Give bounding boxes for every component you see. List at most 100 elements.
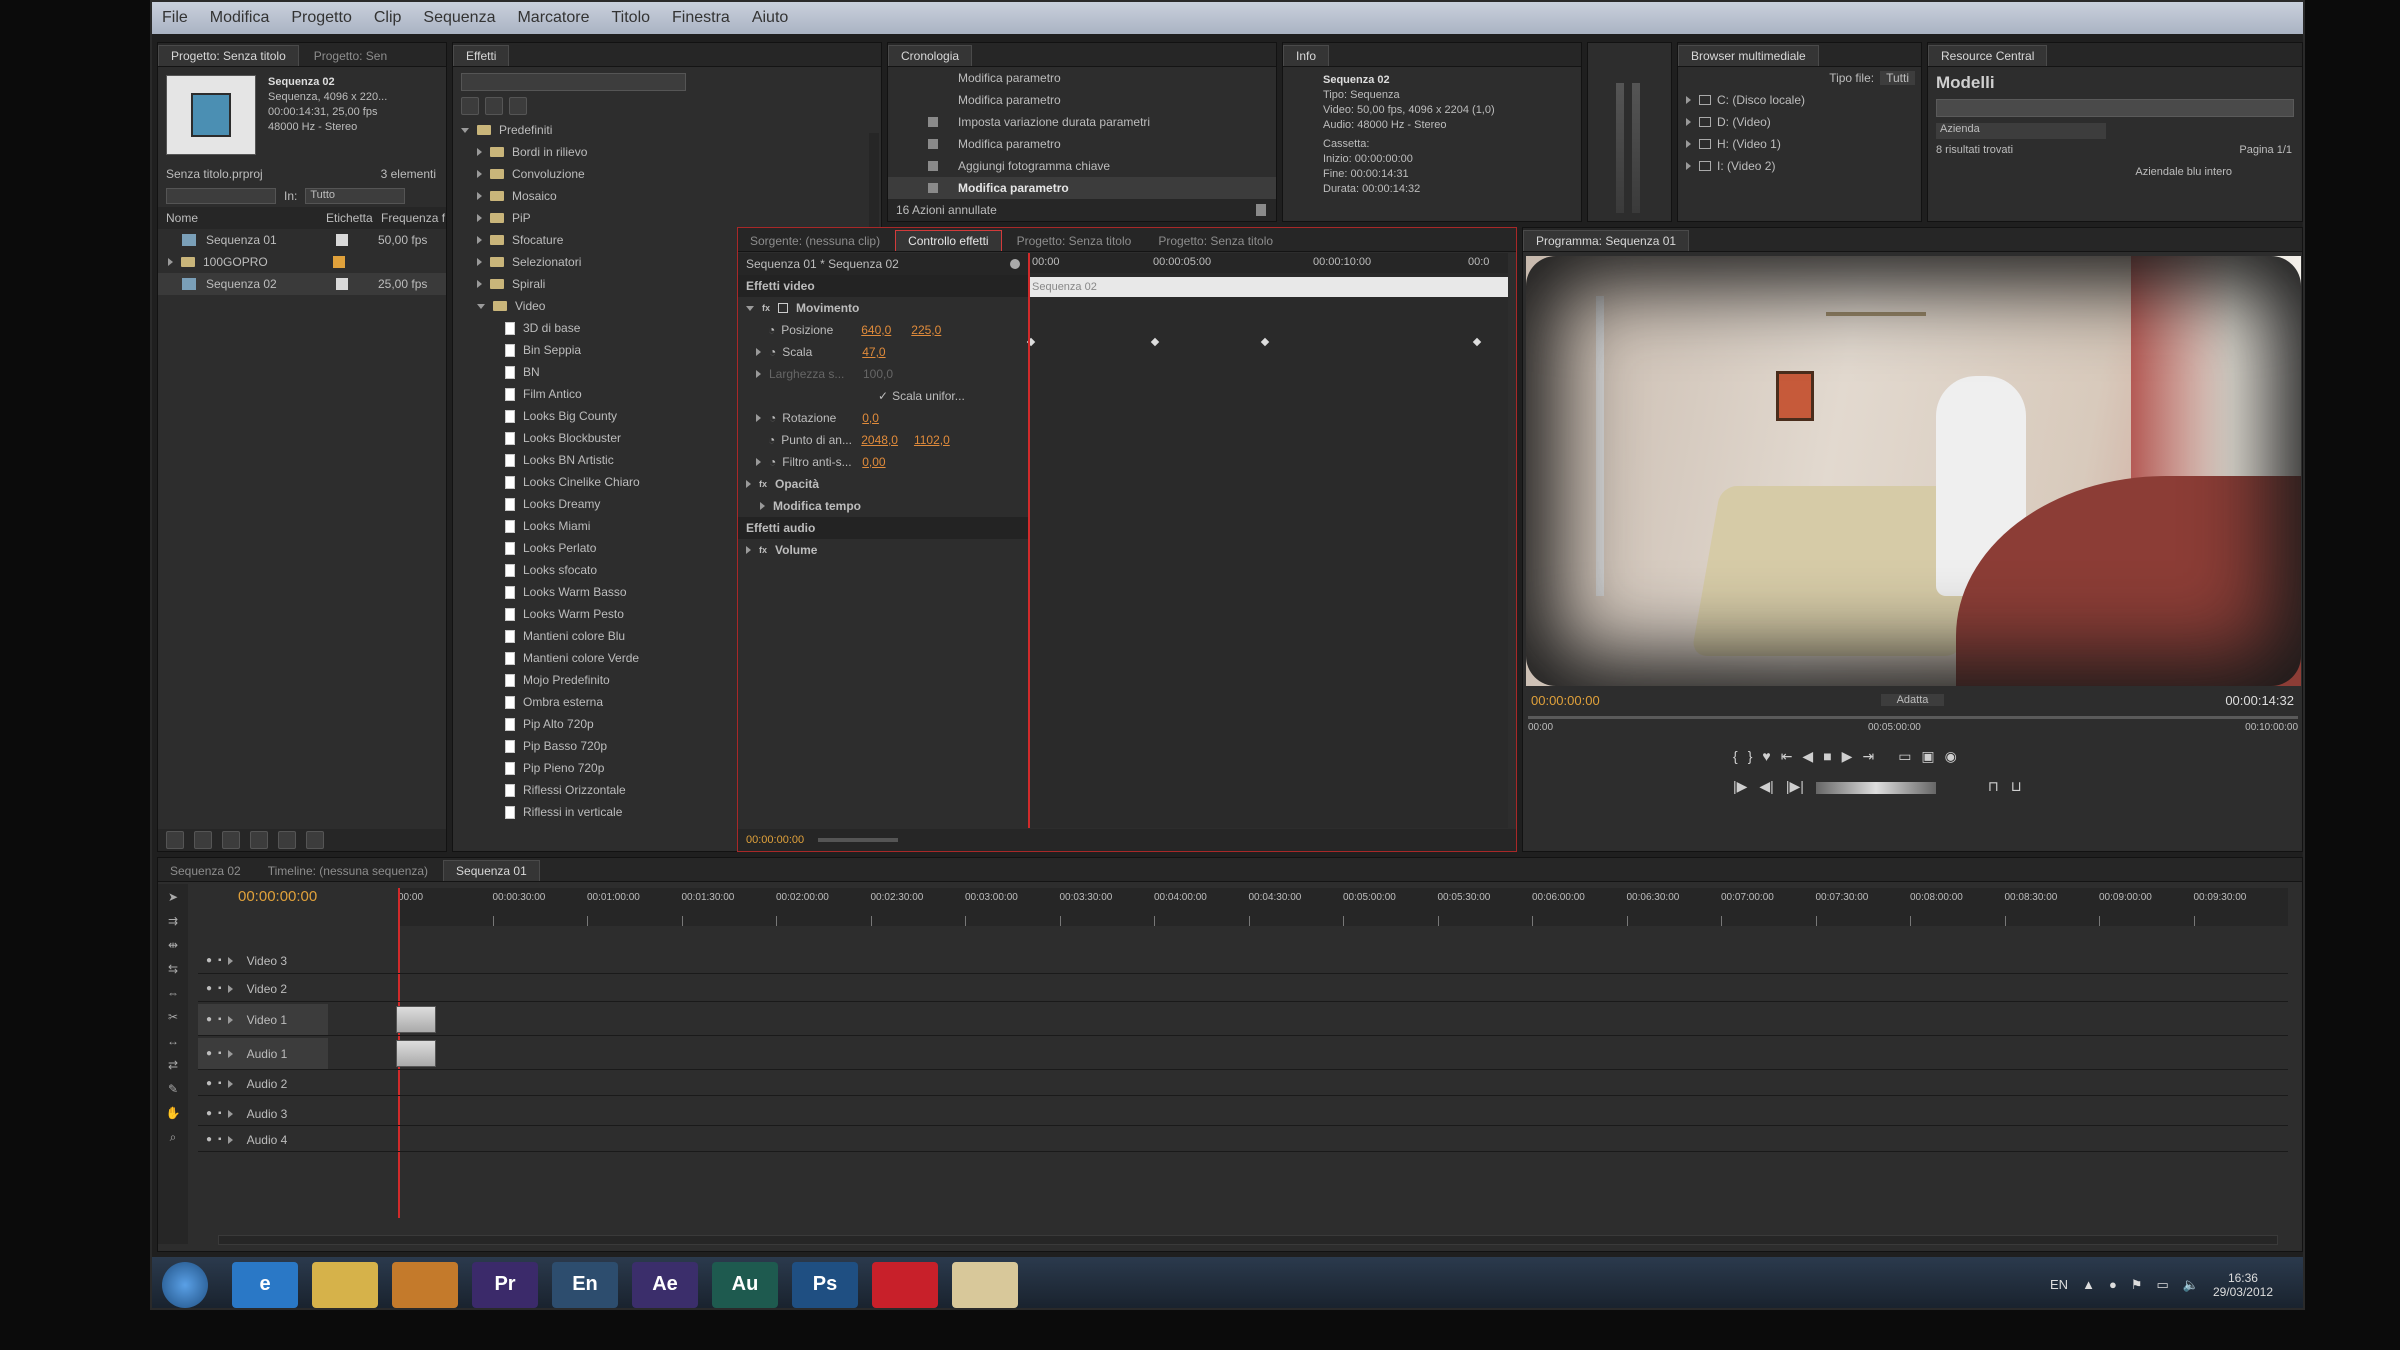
go-to-in-icon[interactable]: ⇤ [1781, 748, 1793, 765]
expand-icon[interactable] [227, 1135, 233, 1144]
expand-icon[interactable] [227, 956, 233, 965]
media-player-icon[interactable] [392, 1261, 458, 1308]
expand-icon[interactable] [477, 236, 482, 244]
drive-item[interactable]: C: (Disco locale) [1678, 89, 1921, 111]
expand-icon[interactable] [477, 280, 482, 288]
expand-icon[interactable] [756, 370, 761, 378]
expand-icon[interactable] [227, 1109, 233, 1118]
tab-effects[interactable]: Effetti [453, 45, 510, 66]
output-icon[interactable]: ▣ [1921, 748, 1934, 765]
collapse-icon[interactable] [746, 305, 754, 311]
expand-icon[interactable] [477, 214, 482, 222]
drive-item[interactable]: I: (Video 2) [1678, 155, 1921, 177]
menu-marker[interactable]: Marcatore [517, 9, 589, 27]
expand-icon[interactable] [477, 148, 482, 156]
effect-folder[interactable]: Predefiniti [453, 119, 881, 141]
lock-icon[interactable]: ▪ [218, 1014, 222, 1025]
expand-icon[interactable] [477, 170, 482, 178]
history-item[interactable]: Aggiungi fotogramma chiave [888, 155, 1276, 177]
zoom-slider[interactable] [818, 838, 899, 842]
checkbox-icon[interactable]: ✓ [878, 389, 888, 403]
extract-icon[interactable]: ⊔ [2011, 778, 2022, 795]
hand-tool-icon[interactable]: ✋ [166, 1106, 181, 1120]
eye-icon[interactable]: ● [206, 955, 212, 966]
opacity-row[interactable]: fx Opacità [738, 473, 1028, 495]
lock-icon[interactable]: ▪ [218, 1108, 222, 1119]
expand-icon[interactable] [756, 458, 761, 466]
scale-value[interactable]: 47,0 [862, 345, 885, 359]
razor-tool-icon[interactable]: ✂ [168, 1010, 178, 1024]
lock-icon[interactable]: ▪ [218, 955, 222, 966]
lock-icon[interactable]: ▪ [218, 1078, 222, 1089]
stop-icon[interactable]: ■ [1823, 748, 1831, 765]
tab-effect-controls[interactable]: Controllo effetti [895, 230, 1002, 251]
tray-expand-icon[interactable]: ▲ [2082, 1277, 2095, 1292]
fx-badge-icon[interactable]: fx [759, 545, 767, 555]
eye-icon[interactable]: ● [206, 1048, 212, 1059]
selection-tool-icon[interactable]: ➤ [168, 890, 178, 904]
tab-project-b[interactable]: Progetto: Senza titolo [1146, 231, 1285, 251]
expand-icon[interactable] [168, 258, 173, 266]
volume-row[interactable]: fx Volume [738, 539, 1028, 561]
menu-edit[interactable]: Modifica [210, 9, 270, 27]
effect-folder[interactable]: Mosaico [453, 185, 881, 207]
mark-out-icon[interactable]: } [1748, 748, 1753, 765]
project-item[interactable]: Sequenza 01 50,00 fps [158, 229, 446, 251]
menu-file[interactable]: File [162, 9, 188, 27]
rotation-value[interactable]: 0,0 [862, 411, 879, 425]
export-frame-icon[interactable]: ◉ [1945, 748, 1957, 765]
play-icon[interactable]: ▶ [1842, 748, 1853, 765]
fx-badge-icon[interactable]: fx [759, 479, 767, 489]
motion-row[interactable]: fx Movimento [738, 297, 1028, 319]
expand-icon[interactable] [477, 258, 482, 266]
expand-icon[interactable] [760, 502, 765, 510]
step-back-icon[interactable]: ◀ [1802, 748, 1813, 765]
expand-icon[interactable] [227, 984, 233, 993]
expand-icon[interactable] [746, 480, 751, 488]
keyframe-icon[interactable] [1472, 337, 1482, 347]
flicker-value[interactable]: 0,00 [862, 455, 885, 469]
tab-timeline-none[interactable]: Timeline: (nessuna sequenza) [256, 861, 440, 881]
play-only-icon[interactable] [1010, 259, 1020, 269]
32bit-icon[interactable] [485, 97, 503, 115]
menu-clip[interactable]: Clip [374, 9, 402, 27]
track-header[interactable]: ● ▪ Video 1 [198, 1004, 328, 1035]
language-indicator[interactable]: EN [2050, 1277, 2068, 1292]
timeline-scrollbar[interactable] [218, 1235, 2278, 1245]
track-header[interactable]: ● ▪ Audio 4 [198, 1128, 328, 1151]
pen-tool-icon[interactable]: ✎ [168, 1082, 178, 1096]
list-view-icon[interactable] [166, 831, 184, 849]
clip-thumbnail[interactable] [396, 1039, 436, 1068]
timeline-timecode[interactable]: 00:00:00:00 [238, 888, 317, 905]
slip-tool-icon[interactable]: ↔ [167, 1034, 179, 1048]
track-header[interactable]: ● ▪ Video 2 [198, 976, 328, 1001]
filetype-dropdown[interactable]: Tutti [1880, 71, 1915, 85]
effect-timecode[interactable]: 00:00:00:00 [746, 834, 804, 846]
expand-icon[interactable] [756, 348, 761, 356]
stopwatch-icon[interactable]: ◔ [769, 345, 776, 359]
stopwatch-icon[interactable]: ◔ [768, 323, 775, 337]
expand-icon[interactable] [477, 303, 485, 309]
eye-icon[interactable]: ● [206, 1014, 212, 1025]
start-button[interactable] [162, 1261, 208, 1308]
folder-icon[interactable] [312, 1261, 378, 1308]
menu-title[interactable]: Titolo [612, 9, 651, 27]
history-item[interactable]: Modifica parametro [888, 89, 1276, 111]
notes-icon[interactable] [952, 1261, 1018, 1308]
col-label[interactable]: Etichetta [326, 211, 381, 225]
trash-icon[interactable] [1256, 204, 1266, 216]
new-item-icon[interactable] [278, 831, 296, 849]
stopwatch-icon[interactable]: ◔ [769, 455, 776, 469]
effect-folder[interactable]: Bordi in rilievo [453, 141, 881, 163]
eye-icon[interactable]: ● [206, 1134, 212, 1145]
col-name[interactable]: Nome [166, 211, 326, 225]
clip-bar[interactable]: Sequenza 02 [1028, 277, 1508, 297]
device-icon[interactable]: ▭ [2156, 1277, 2168, 1293]
expand-icon[interactable] [1686, 96, 1691, 104]
track-header[interactable]: ● ▪ Audio 3 [198, 1102, 328, 1125]
rolling-edit-tool-icon[interactable]: ⇆ [168, 962, 178, 976]
tab-info[interactable]: Info [1283, 45, 1330, 66]
go-to-out-icon[interactable]: ⇥ [1862, 748, 1874, 765]
timeline-ruler[interactable]: 00:00 00:00:30:00 00:01:00:00 00:01:30:00 00… [398, 888, 2288, 926]
rate-stretch-tool-icon[interactable]: ⇔ [167, 986, 179, 1000]
